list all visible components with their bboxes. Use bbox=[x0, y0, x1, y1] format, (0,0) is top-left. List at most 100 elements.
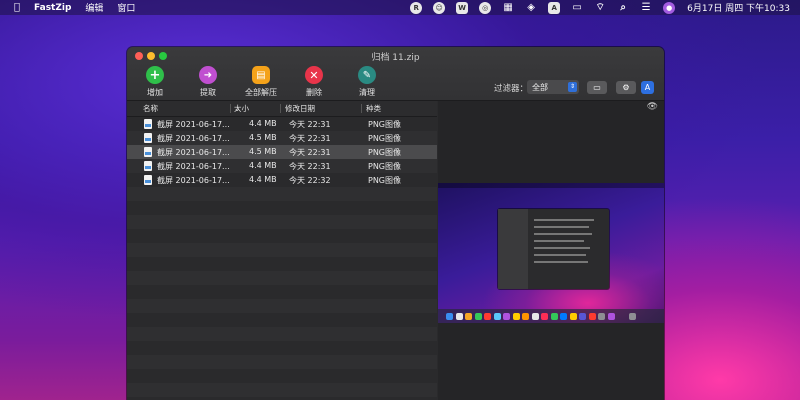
file-date: 今天 22:31 bbox=[289, 162, 331, 171]
file-date: 今天 22:31 bbox=[289, 148, 331, 157]
preview-line bbox=[534, 240, 584, 242]
dock-icon bbox=[474, 312, 482, 320]
dock-icon bbox=[531, 312, 539, 320]
empty-row bbox=[127, 383, 437, 397]
dock-icon bbox=[512, 312, 520, 320]
apple-menu-icon[interactable]:  bbox=[12, 2, 22, 13]
column-modified[interactable]: 修改日期 bbox=[285, 103, 315, 114]
preview-image bbox=[438, 183, 664, 323]
file-list[interactable]: 名称 ⌄ 大小 修改日期 种类 截屏 2021-06-17... 4.4 MB … bbox=[127, 101, 437, 400]
empty-row bbox=[127, 313, 437, 327]
layers-icon[interactable]: ◈ bbox=[525, 2, 537, 14]
file-kind: PNG图像 bbox=[368, 176, 402, 185]
filter-select[interactable]: 全部 ⇕ bbox=[527, 80, 579, 94]
empty-row bbox=[127, 369, 437, 383]
file-name: 截屏 2021-06-17... bbox=[157, 176, 230, 185]
wifi-icon[interactable]: ⌔ bbox=[594, 2, 606, 14]
status-area: R ☺ W ◎ ▦ ◈ A ▭ ⌔ ⌕ ☰ ● 6月17日 周四 下午10:33 bbox=[399, 1, 800, 14]
toggle-preview-button[interactable]: ▭ bbox=[587, 81, 607, 94]
column-size-label[interactable]: 大小 bbox=[234, 103, 249, 114]
empty-row bbox=[127, 355, 437, 369]
dock-icon bbox=[503, 312, 510, 320]
delete-button[interactable]: ✕ 删除 bbox=[294, 66, 334, 98]
r-icon[interactable]: R bbox=[410, 1, 423, 14]
battery-icon[interactable]: ▭ bbox=[571, 2, 583, 14]
empty-row bbox=[127, 257, 437, 271]
menu-clock[interactable]: 6月17日 周四 下午10:33 bbox=[687, 1, 790, 14]
filter-label: 过滤器： bbox=[494, 84, 529, 94]
sidebar-icon: ▭ bbox=[593, 83, 601, 92]
preview-line bbox=[534, 261, 588, 263]
dock-icon bbox=[579, 312, 586, 320]
extract-label: 提取 bbox=[200, 88, 216, 97]
file-row-selected[interactable]: 截屏 2021-06-17... 4.5 MB 今天 22:31 PNG图像 bbox=[127, 145, 437, 159]
column-divider[interactable] bbox=[361, 104, 362, 113]
extract-all-button[interactable]: ▤ 全部解压 bbox=[241, 66, 281, 98]
app-store-button[interactable]: A bbox=[641, 81, 654, 94]
dock-icon bbox=[484, 312, 491, 320]
eye-icon[interactable]: 👁 bbox=[647, 102, 658, 112]
dock-icon bbox=[493, 312, 501, 320]
file-kind: PNG图像 bbox=[368, 120, 402, 129]
png-file-icon bbox=[144, 119, 152, 129]
clean-button[interactable]: ✎ 清理 bbox=[347, 66, 387, 98]
column-name[interactable]: 名称 bbox=[143, 103, 158, 114]
preview-line bbox=[534, 219, 594, 221]
preview-menubar bbox=[438, 183, 664, 188]
list-header: 名称 ⌄ 大小 修改日期 种类 bbox=[127, 101, 437, 117]
a-icon[interactable]: A bbox=[548, 1, 561, 14]
clean-label: 清理 bbox=[359, 88, 375, 97]
toolbar: 归档 11.zip + 增加 ➜ 提取 ▤ 全部解压 ✕ 删除 ✎ 清理 过滤器… bbox=[127, 47, 664, 101]
preview-pane: 👁 bbox=[438, 101, 664, 400]
dock-icon bbox=[550, 312, 558, 320]
preview-sidebar bbox=[498, 209, 528, 289]
preview-line bbox=[534, 254, 586, 256]
grid-icon[interactable]: ▦ bbox=[502, 2, 514, 14]
file-row[interactable]: 截屏 2021-06-17... 4.4 MB 今天 22:31 PNG图像 bbox=[127, 159, 437, 173]
column-divider[interactable] bbox=[280, 104, 281, 113]
settings-button[interactable]: ⚙ bbox=[616, 81, 636, 94]
menu-window[interactable]: 窗口 bbox=[117, 1, 135, 14]
control-center-icon[interactable]: ☰ bbox=[640, 2, 652, 14]
extract-button[interactable]: ➜ 提取 bbox=[188, 66, 228, 98]
column-kind[interactable]: 种类 bbox=[366, 103, 381, 114]
sync-icon[interactable]: ◎ bbox=[479, 1, 492, 14]
file-date: 今天 22:32 bbox=[289, 176, 331, 185]
dock-icon bbox=[446, 312, 453, 320]
empty-row bbox=[127, 285, 437, 299]
preview-line bbox=[534, 247, 590, 249]
empty-row bbox=[127, 299, 437, 313]
empty-row bbox=[127, 341, 437, 355]
file-row[interactable]: 截屏 2021-06-17... 4.4 MB 今天 22:31 PNG图像 bbox=[127, 117, 437, 131]
empty-row bbox=[127, 243, 437, 257]
dock-icon bbox=[588, 312, 596, 320]
menu-edit[interactable]: 编辑 bbox=[85, 1, 103, 14]
file-size: 4.4 MB bbox=[249, 175, 277, 184]
extract-icon: ➜ bbox=[199, 66, 217, 84]
trash-icon bbox=[629, 312, 636, 320]
chevron-updown-icon: ⇕ bbox=[568, 82, 577, 92]
file-row[interactable]: 截屏 2021-06-17... 4.5 MB 今天 22:31 PNG图像 bbox=[127, 131, 437, 145]
face-icon[interactable]: ☺ bbox=[433, 1, 446, 14]
preview-line bbox=[534, 233, 592, 235]
file-row[interactable]: 截屏 2021-06-17... 4.4 MB 今天 22:32 PNG图像 bbox=[127, 173, 437, 187]
column-divider[interactable] bbox=[230, 104, 231, 113]
dock-icon bbox=[569, 312, 577, 320]
search-icon[interactable]: ⌕ bbox=[617, 2, 629, 14]
add-label: 增加 bbox=[147, 88, 163, 97]
dock-icon bbox=[607, 312, 615, 320]
delete-icon: ✕ bbox=[305, 66, 323, 84]
file-kind: PNG图像 bbox=[368, 134, 402, 143]
w-icon[interactable]: W bbox=[456, 1, 469, 14]
file-kind: PNG图像 bbox=[368, 148, 402, 157]
app-menu[interactable]: FastZip bbox=[34, 3, 71, 13]
siri-icon[interactable]: ● bbox=[663, 1, 676, 14]
file-size: 4.5 MB bbox=[249, 147, 277, 156]
add-button[interactable]: + 增加 bbox=[135, 66, 175, 98]
archive-icon: ▤ bbox=[252, 66, 270, 84]
dock-icon bbox=[455, 312, 463, 320]
empty-row bbox=[127, 215, 437, 229]
empty-row bbox=[127, 229, 437, 243]
png-file-icon bbox=[144, 161, 152, 171]
preview-window bbox=[498, 209, 609, 289]
